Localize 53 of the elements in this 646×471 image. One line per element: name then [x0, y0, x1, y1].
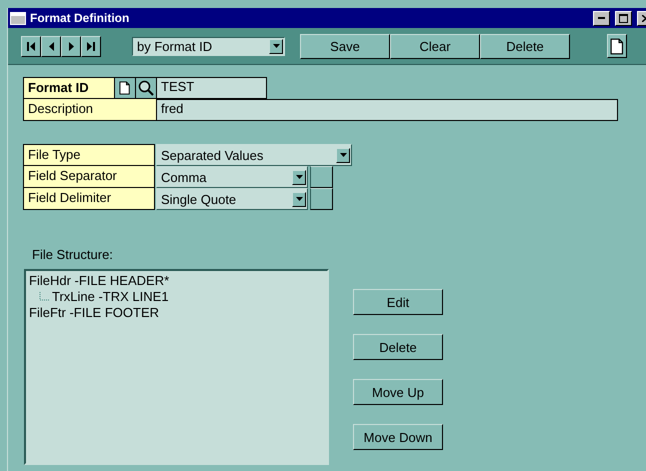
- description-field[interactable]: fred: [157, 99, 618, 121]
- window-icon: [10, 12, 26, 24]
- toolbar-button[interactable]: Save: [300, 34, 390, 58]
- caret-icon: [272, 44, 280, 48]
- caret-icon: [296, 175, 302, 179]
- tree-item[interactable]: FileHdr -FILE HEADER*: [29, 273, 324, 289]
- tree-item[interactable]: FileFtr -FILE FOOTER: [29, 305, 324, 321]
- minimize-icon: [598, 17, 605, 19]
- first-icon: [27, 42, 35, 50]
- caret-icon: [296, 197, 302, 201]
- dropdown-button[interactable]: [292, 192, 306, 206]
- field-label: Format ID: [23, 77, 115, 99]
- new-record-button[interactable]: [607, 34, 627, 58]
- action-button[interactable]: Move Up: [353, 379, 443, 405]
- search-icon: [138, 80, 154, 96]
- last-record-button[interactable]: [81, 36, 101, 56]
- dropdown-button[interactable]: [336, 148, 350, 162]
- select-field[interactable]: Comma: [156, 166, 308, 188]
- dropdown-button[interactable]: [269, 38, 283, 54]
- format-id-field[interactable]: TEST: [157, 77, 267, 99]
- dropdown-button[interactable]: [292, 170, 306, 184]
- next-record-button[interactable]: [61, 36, 81, 56]
- action-button[interactable]: Move Down: [353, 424, 443, 450]
- new-button[interactable]: [115, 77, 136, 99]
- next-icon: [68, 42, 74, 50]
- toolbar-button[interactable]: Clear: [390, 34, 480, 58]
- window-title: Format Definition: [30, 11, 130, 25]
- page-icon: [119, 81, 131, 95]
- tree-connector-icon: [39, 292, 49, 302]
- select-field[interactable]: Single Quote: [156, 188, 308, 210]
- tree-item[interactable]: TrxLine -TRX LINE1: [29, 289, 324, 305]
- field-label: File Type: [23, 144, 155, 166]
- caret-icon: [340, 153, 346, 157]
- option-button[interactable]: [310, 166, 333, 188]
- action-button[interactable]: Delete: [353, 334, 443, 360]
- previous-record-button[interactable]: [41, 36, 61, 56]
- field-label: Field Delimiter: [23, 188, 155, 210]
- page-icon: [610, 38, 624, 54]
- previous-icon: [48, 42, 54, 50]
- first-record-button[interactable]: [21, 36, 41, 56]
- select-field[interactable]: Separated Values: [156, 144, 352, 166]
- sort-dropdown[interactable]: by Format ID: [132, 36, 285, 56]
- toolbar-button[interactable]: Delete: [480, 34, 570, 58]
- minimize-button[interactable]: [593, 10, 610, 26]
- last-icon: [87, 42, 95, 50]
- field-label: Description: [23, 99, 157, 121]
- maximize-icon: [619, 14, 628, 22]
- field-label: Field Separator: [23, 166, 155, 188]
- search-button[interactable]: [136, 77, 157, 99]
- action-button[interactable]: Edit: [353, 289, 443, 315]
- maximize-button[interactable]: [615, 10, 632, 26]
- section-label: File Structure:: [32, 247, 114, 262]
- option-button[interactable]: [310, 188, 333, 210]
